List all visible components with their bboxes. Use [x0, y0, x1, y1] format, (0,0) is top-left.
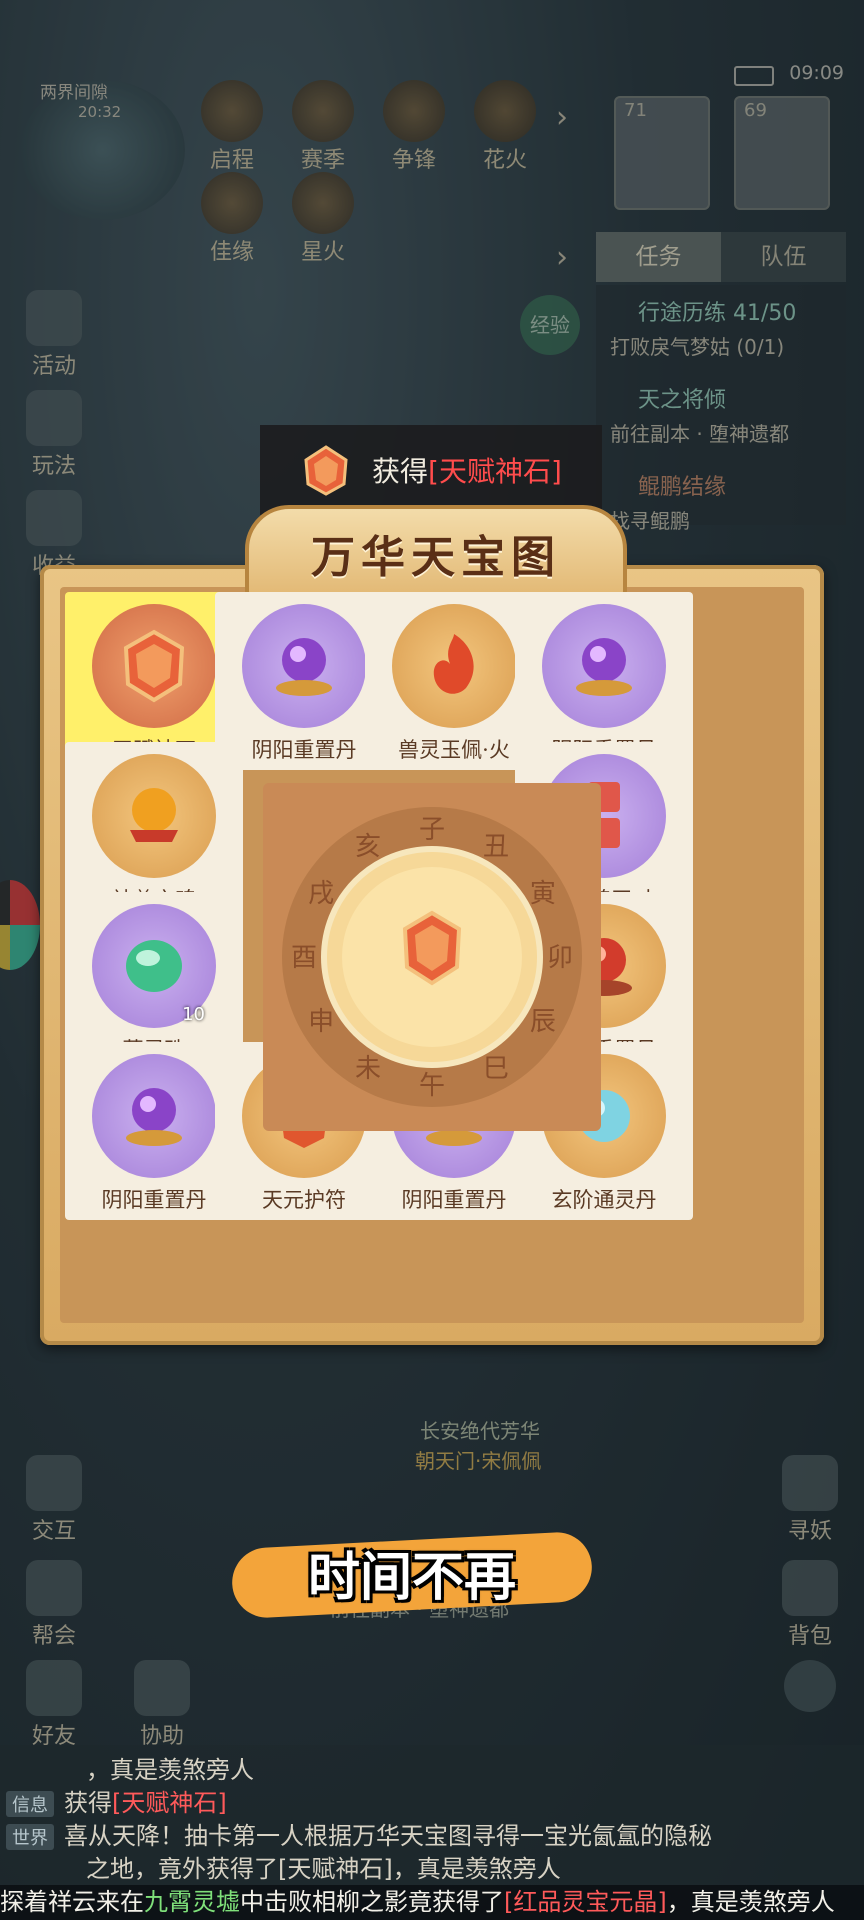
zodiac-branch-label: 戌 [308, 879, 334, 909]
green-pearl-icon [126, 940, 182, 992]
toast-item: [天赋神石] [428, 455, 562, 488]
ticker-text: ，真是羡煞旁人 [666, 1888, 835, 1916]
chat-panel[interactable]: ，真是羡煞旁人 信息 获得[天赋神石] 世界 喜从天降！抽卡第一人根据万华天宝图寻得… [0, 1745, 864, 1885]
fire-jade-icon [433, 634, 474, 694]
video-subtitle: 时间不再 [307, 1548, 516, 1608]
chat-line: 世界 喜从天降！抽卡第一人根据万华天宝图寻得一宝光氤氲的隐秘 [6, 1816, 712, 1851]
zodiac-branch-label: 巳 [483, 1054, 509, 1084]
zodiac-branch-label: 卯 [547, 943, 573, 973]
reward-toast: 获得[天赋神石] [260, 425, 602, 515]
beast-soul-icon [130, 788, 178, 842]
zodiac-wheel: 子丑寅卯辰巳午 未申 酉 戌亥 [282, 807, 582, 1107]
chat-text: 喜从天降！抽卡第一人根据万华天宝图寻得一宝光氤氲的隐秘 [64, 1822, 712, 1850]
zodiac-branch-label: 子 [419, 815, 445, 845]
ticker-item: [红品灵宝元晶] [504, 1888, 667, 1916]
chat-line: ，真是羡煞旁人 [86, 1750, 254, 1785]
purple-orb-icon [126, 1088, 182, 1146]
chat-text: ，真是羡煞旁人 [86, 1756, 254, 1784]
purple-orb-icon [276, 638, 332, 696]
chat-line: 信息 获得[天赋神石] [6, 1783, 227, 1818]
talent-stone-icon [123, 629, 185, 703]
ticker-text: 中击败相柳之影竟获得了 [240, 1888, 504, 1916]
ticker-place: 九霄灵墟 [144, 1888, 240, 1916]
chat-channel-tag: 世界 [6, 1824, 54, 1850]
purple-orb-icon [576, 638, 632, 696]
zodiac-branch-label: 丑 [483, 832, 509, 862]
zodiac-branch-label: 亥 [355, 832, 381, 862]
toast-prefix: 获得 [372, 455, 429, 488]
chat-text: 之地，竟外获得了[天赋神石]，真是羡煞旁人 [86, 1855, 561, 1883]
zodiac-branch-label: 未 [355, 1054, 381, 1084]
cell-item-name: 玄阶通灵丹 [551, 1188, 657, 1212]
zodiac-wheel-panel: 子丑寅卯辰巳午 未申 酉 戌亥 [263, 783, 601, 1131]
zodiac-branch-label: 申 [308, 1007, 334, 1037]
broadcast-ticker: 探着祥云来在九霄灵墟中击败相柳之影竟获得了[红品灵宝元晶]，真是羡煞旁人 [0, 1885, 864, 1920]
board-title: 万华天宝图 [311, 532, 561, 583]
zodiac-branch-label: 寅 [530, 879, 556, 909]
chat-text: 获得 [64, 1789, 112, 1817]
chat-line: 之地，竟外获得了[天赋神石]，真是羡煞旁人 [86, 1849, 561, 1884]
ticker-text: 探着祥云来在 [0, 1888, 144, 1916]
center-talent-stone-icon [402, 910, 462, 986]
board-title-banner: 万华天宝图 [245, 505, 627, 601]
talent-stone-icon [304, 445, 348, 496]
chat-channel-tag: 信息 [6, 1791, 54, 1817]
cell-quantity: 10 [182, 1004, 205, 1025]
chat-item: [天赋神石] [112, 1789, 227, 1817]
zodiac-branch-label: 酉 [291, 943, 317, 973]
zodiac-branch-label: 午 [419, 1071, 445, 1101]
zodiac-branch-label: 辰 [530, 1007, 556, 1037]
